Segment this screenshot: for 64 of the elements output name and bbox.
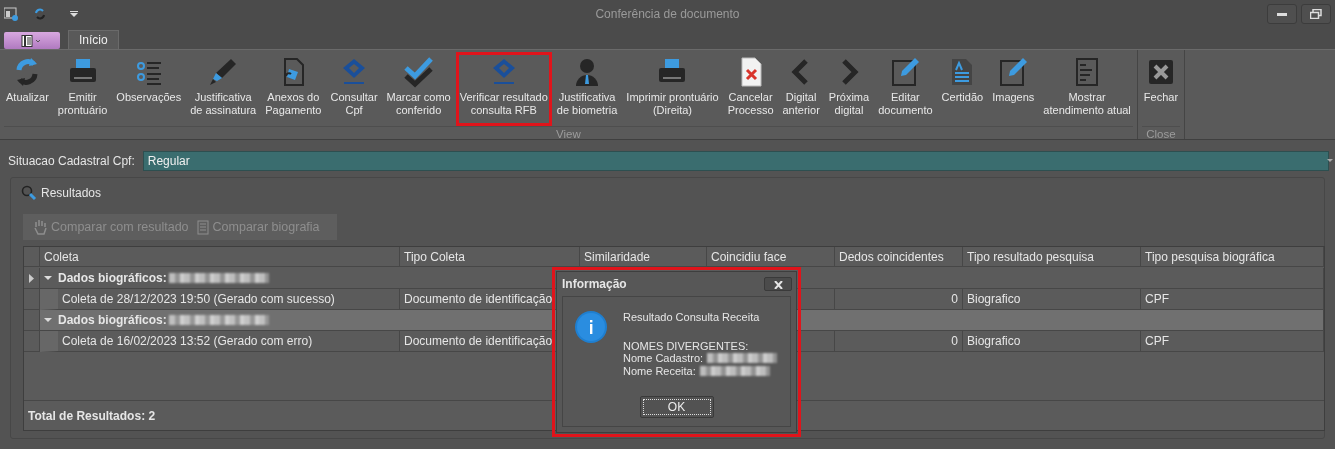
ribbon-button[interactable]: Cancelar Processo	[723, 52, 778, 126]
ribbon-button[interactable]: Editar documento	[874, 52, 937, 126]
group-label: Dados biográficos:	[58, 270, 167, 287]
column-header[interactable]: Tipo Coleta	[400, 247, 580, 267]
ribbon-button[interactable]: Emitir prontuário	[53, 52, 112, 126]
ribbon-button[interactable]: Verificar resultado consulta RFB	[455, 52, 552, 126]
ribbon-button[interactable]: Justificativa de biometria	[552, 52, 622, 126]
application-menu-button[interactable]	[4, 32, 60, 49]
field-label: Situacao Cadastral Cpf:	[8, 152, 135, 170]
column-header[interactable]: Similaridade	[580, 247, 707, 267]
hand-icon	[33, 219, 47, 235]
dialog-text: NOMES DIVERGENTES:	[623, 339, 749, 352]
window-title: Conferência de documento	[595, 6, 740, 23]
column-header[interactable]: Tipo resultado pesquisa	[963, 247, 1141, 267]
table-cell: Coleta de 16/02/2023 13:52 (Gerado com erro)	[40, 331, 400, 352]
ribbon-tab[interactable]: Início	[68, 30, 119, 49]
minimize-icon	[1277, 12, 1287, 16]
ribbon-button[interactable]: Observações	[112, 52, 186, 126]
app-icon[interactable]	[4, 7, 18, 21]
restore-icon	[1310, 9, 1322, 19]
ribbon-button[interactable]: Marcar como conferido	[382, 52, 455, 126]
dialog-text: Nome Receita:	[623, 364, 696, 377]
ribbon-button[interactable]: Certidão	[937, 52, 988, 126]
ribbon-button[interactable]: Imagens	[988, 52, 1039, 126]
table-cell: CPF	[1141, 331, 1324, 352]
ribbon-button[interactable]: Imprimir prontuário (Direita)	[622, 52, 723, 126]
dropdown-icon[interactable]	[70, 11, 78, 17]
section-title: Resultados	[41, 185, 102, 202]
refresh-icon[interactable]	[34, 7, 46, 21]
collapse-icon[interactable]	[44, 274, 52, 282]
ribbon-button[interactable]: Atualizar	[2, 52, 53, 126]
restore-button[interactable]	[1301, 4, 1331, 24]
ribbon-button[interactable]: Justificativa de assinatura	[186, 52, 261, 126]
group-label: Close	[1141, 126, 1181, 141]
document-icon	[196, 219, 209, 235]
status-field[interactable]: Regular	[142, 150, 1329, 171]
check-icon	[402, 56, 435, 88]
dialog-message: Resultado Consulta Receita	[623, 311, 761, 324]
minimize-button[interactable]	[1267, 4, 1297, 24]
ok-button[interactable]: OK	[639, 396, 714, 418]
edit-document-icon	[997, 56, 1030, 88]
column-header[interactable]: Dedos coincidentes	[835, 247, 963, 267]
column-header[interactable]: Coleta	[40, 247, 400, 267]
edit-document-icon	[889, 56, 922, 88]
ribbon-button[interactable]: Próxima digital	[824, 52, 874, 126]
ribbon-button[interactable]: Digital anterior	[778, 52, 824, 126]
info-icon	[575, 311, 607, 343]
collapse-icon[interactable]	[44, 316, 52, 324]
table-cell: Biografico	[963, 331, 1141, 352]
ribbon-button[interactable]: Anexos do Pagamento	[261, 52, 326, 126]
column-header[interactable]: Coincidiu face	[707, 247, 835, 267]
dialog-text: Nome Cadastro:	[623, 352, 704, 365]
group-label: View	[4, 126, 1133, 141]
column-header[interactable]: Tipo pesquisa biográfica	[1141, 247, 1324, 267]
menu-icon	[21, 34, 43, 47]
ribbon-button[interactable]: Fechar	[1139, 52, 1183, 126]
search-icon	[21, 185, 37, 201]
close-button[interactable]	[764, 277, 792, 291]
group-label: Dados biográficos:	[58, 312, 167, 329]
table-cell: 0	[835, 331, 963, 352]
ribbon-button[interactable]: Mostrar atendimento atual	[1039, 52, 1135, 126]
close-icon	[773, 280, 783, 289]
ribbon-button[interactable]: Consultar Cpf	[326, 52, 382, 126]
total-text: Total de Resultados: 2	[28, 407, 156, 425]
